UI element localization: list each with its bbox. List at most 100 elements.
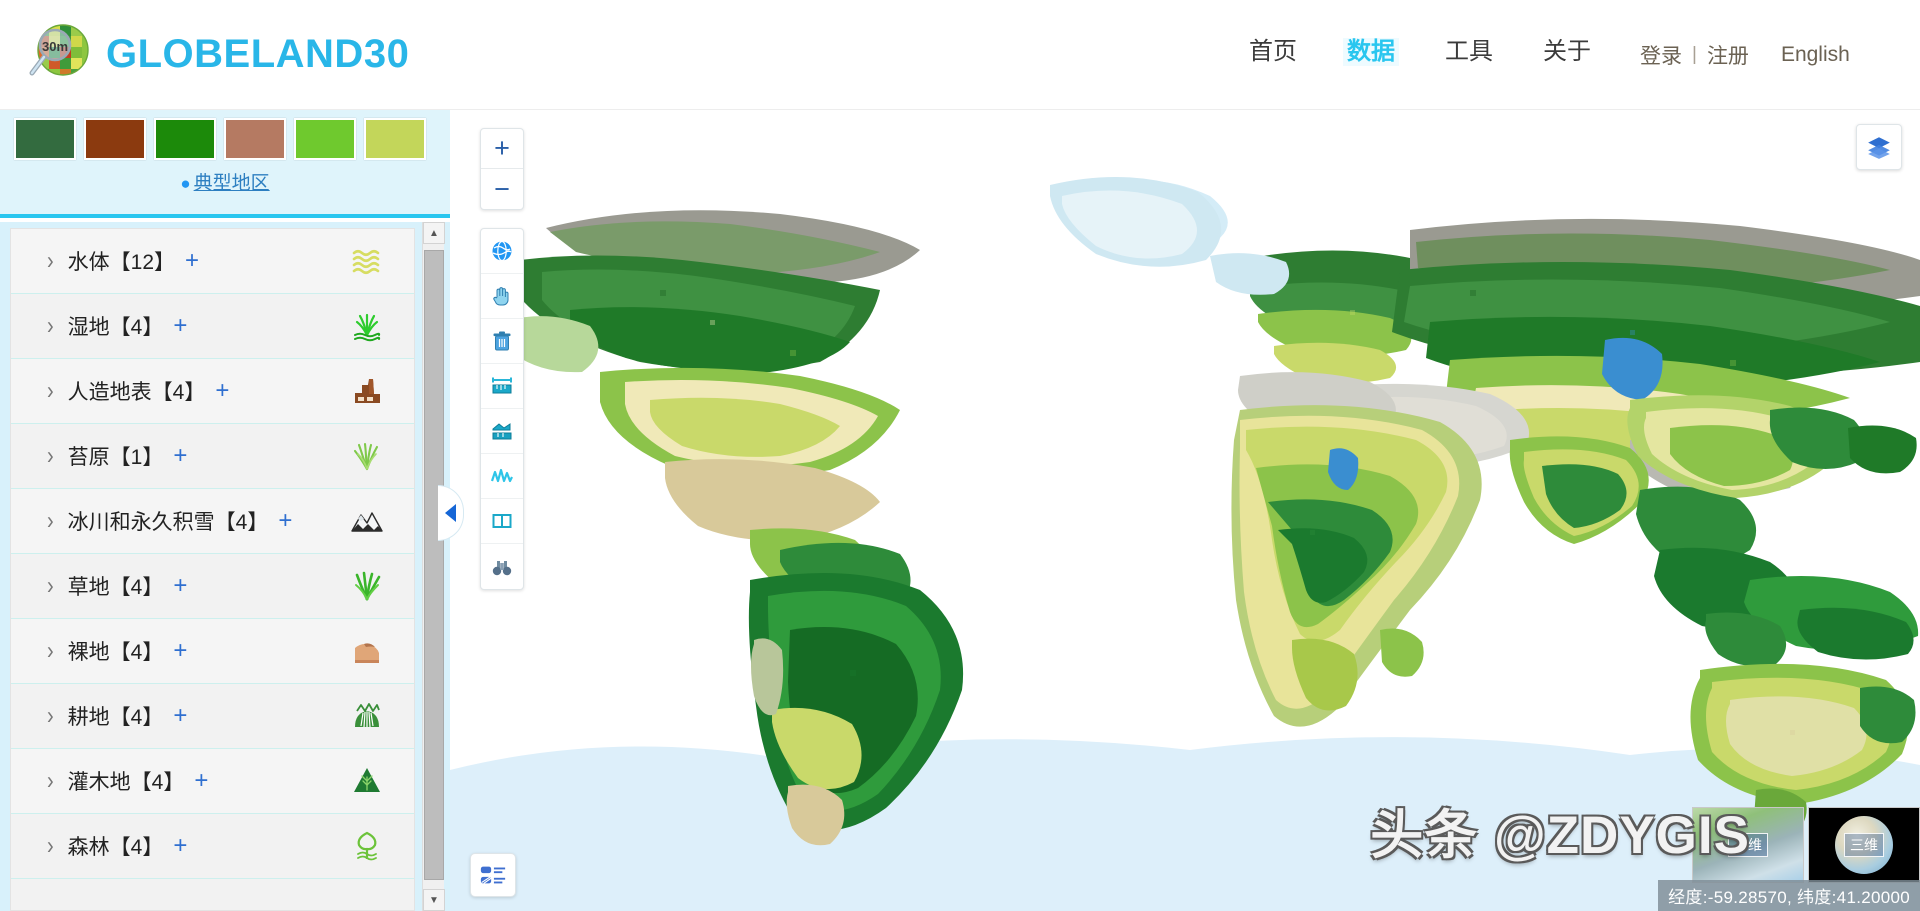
nav-item-tools[interactable]: 工具: [1441, 38, 1497, 66]
sidebar-scrollbar[interactable]: ▲ ▼: [422, 222, 445, 911]
typical-region-link[interactable]: ● 典型地区: [0, 168, 450, 195]
chevron-right-icon[interactable]: ›: [47, 832, 54, 861]
zoom-in-button[interactable]: +: [481, 129, 523, 169]
chevron-right-icon[interactable]: ›: [47, 637, 54, 666]
color-swatch-2[interactable]: [154, 118, 216, 160]
add-layer-button[interactable]: +: [185, 247, 199, 275]
world-landcover-raster: [450, 110, 1920, 911]
login-link[interactable]: 登录: [1640, 40, 1682, 70]
layer-list-container: › 水体【12】 + › 湿地【4】 + › 人造地表【4】 + › 苔原【1】 + › 冰川和永久积雪【…: [0, 222, 450, 911]
map-legend-button[interactable]: [470, 853, 516, 897]
tundra-grass-icon: [350, 439, 384, 473]
zoom-out-button[interactable]: −: [481, 169, 523, 209]
add-layer-button[interactable]: +: [173, 442, 187, 470]
chevron-right-icon[interactable]: ›: [47, 507, 54, 536]
map-tool-strip: [480, 228, 524, 590]
location-pin-icon: ●: [180, 174, 191, 193]
nav-separator: |: [1692, 44, 1697, 65]
water-waves-icon: [350, 244, 384, 278]
color-swatch-0[interactable]: [14, 118, 76, 160]
layer-row-water-waves[interactable]: › 水体【12】 +: [11, 229, 414, 294]
add-layer-button[interactable]: +: [215, 377, 229, 405]
layer-label: 湿地【4】: [67, 316, 164, 339]
add-layer-button[interactable]: +: [173, 572, 187, 600]
left-sidebar: ● 典型地区 › 水体【12】 + › 湿地【4】 + › 人造地表【4】 + › 苔原【1】 + › 冰川…: [0, 110, 450, 911]
layer-label: 冰川和永久积雪【4】: [67, 511, 269, 534]
bare-land-icon: [350, 634, 384, 668]
layer-row-tundra-grass[interactable]: › 苔原【1】 +: [11, 424, 414, 489]
legend-list-icon: [480, 866, 506, 884]
layer-row-wetland-reed[interactable]: › 湿地【4】 +: [11, 294, 414, 359]
coordinate-readout: 经度:-59.28570, 纬度:41.20000: [1658, 880, 1920, 911]
layer-label: 森林【4】: [67, 836, 164, 859]
layer-row-snow-mountain[interactable]: › 冰川和永久积雪【4】 +: [11, 489, 414, 554]
snow-mountain-icon: [350, 504, 384, 538]
scroll-up-arrow[interactable]: ▲: [423, 222, 445, 244]
chevron-right-icon[interactable]: ›: [47, 312, 54, 341]
chevron-left-icon: [445, 504, 456, 522]
layer-label: 草地【4】: [67, 576, 164, 599]
color-swatch-3[interactable]: [224, 118, 286, 160]
nav-item-about[interactable]: 关于: [1539, 38, 1595, 66]
add-layer-button[interactable]: +: [173, 702, 187, 730]
add-layer-button[interactable]: +: [173, 312, 187, 340]
map-viewport[interactable]: + − 二维 三维 经度:-59.28570, 纬度:41.20000 头条 @…: [450, 110, 1920, 911]
scrollbar-thumb[interactable]: [424, 250, 444, 880]
main-navigation: 首页 数据 工具 关于: [1245, 38, 1595, 66]
measure-distance-icon[interactable]: [481, 364, 523, 409]
color-swatch-5[interactable]: [364, 118, 426, 160]
globe-3d-icon[interactable]: [481, 229, 523, 274]
nav-item-home[interactable]: 首页: [1245, 38, 1301, 66]
swipe-compare-icon[interactable]: [481, 499, 523, 544]
scroll-down-arrow[interactable]: ▼: [423, 889, 445, 911]
chevron-right-icon[interactable]: ›: [47, 572, 54, 601]
layer-row-shrub-tree[interactable]: › 灌木地【4】 +: [11, 749, 414, 814]
layer-row-grass[interactable]: › 草地【4】 +: [11, 554, 414, 619]
logo-text: GLOBELAND30: [106, 32, 410, 76]
profile-wave-icon[interactable]: [481, 454, 523, 499]
measure-area-icon[interactable]: [481, 409, 523, 454]
site-logo[interactable]: 30m GLOBELAND30: [26, 21, 409, 89]
binoculars-search-icon[interactable]: [481, 544, 523, 589]
register-link[interactable]: 注册: [1707, 40, 1749, 70]
color-swatch-1[interactable]: [84, 118, 146, 160]
layer-label: 耕地【4】: [67, 706, 164, 729]
add-layer-button[interactable]: +: [173, 637, 187, 665]
color-swatch-4[interactable]: [294, 118, 356, 160]
layer-row-cultivated-field[interactable]: › 耕地【4】 +: [11, 684, 414, 749]
map-layers-button[interactable]: [1856, 124, 1902, 170]
add-layer-button[interactable]: +: [278, 507, 292, 535]
typical-region-label: 典型地区: [193, 173, 270, 194]
factory-building-icon: [350, 374, 384, 408]
chevron-right-icon[interactable]: ›: [47, 442, 54, 471]
chevron-right-icon[interactable]: ›: [47, 247, 54, 276]
overview-3d-thumbnail[interactable]: 三维: [1808, 807, 1920, 883]
thumb-3d-label: 三维: [1844, 833, 1884, 857]
chevron-right-icon[interactable]: ›: [47, 377, 54, 406]
chevron-right-icon[interactable]: ›: [47, 702, 54, 731]
layer-list: › 水体【12】 + › 湿地【4】 + › 人造地表【4】 + › 苔原【1】 + › 冰川和永久积雪【…: [10, 228, 415, 911]
svg-text:30m: 30m: [42, 39, 68, 54]
grass-icon: [350, 569, 384, 603]
pan-hand-icon[interactable]: [481, 274, 523, 319]
layer-row-bare-land[interactable]: › 裸地【4】 +: [11, 619, 414, 684]
layer-row-forest-tree[interactable]: › 森林【4】 +: [11, 814, 414, 879]
site-header: 30m GLOBELAND30 首页 数据 工具 关于 登录 | 注册 Engl…: [0, 0, 1920, 110]
trash-clear-icon[interactable]: [481, 319, 523, 364]
add-layer-button[interactable]: +: [194, 767, 208, 795]
language-switch-link[interactable]: English: [1781, 43, 1850, 67]
layers-stack-icon: [1868, 137, 1890, 159]
nav-item-data[interactable]: 数据: [1343, 38, 1399, 66]
globe-magnifier-icon: 30m: [26, 21, 94, 89]
account-navigation: 登录 | 注册 English: [1640, 40, 1850, 70]
map-overview-thumbnails: 二维 三维: [1692, 807, 1920, 883]
wetland-reed-icon: [350, 309, 384, 343]
color-swatch-row: [0, 110, 450, 160]
overview-2d-thumbnail[interactable]: 二维: [1692, 807, 1804, 883]
add-layer-button[interactable]: +: [173, 832, 187, 860]
legend-swatch-panel: ● 典型地区: [0, 110, 450, 218]
cultivated-field-icon: [350, 699, 384, 733]
layer-row-factory-building[interactable]: › 人造地表【4】 +: [11, 359, 414, 424]
chevron-right-icon[interactable]: ›: [47, 767, 54, 796]
map-zoom-controls: + −: [480, 128, 524, 210]
